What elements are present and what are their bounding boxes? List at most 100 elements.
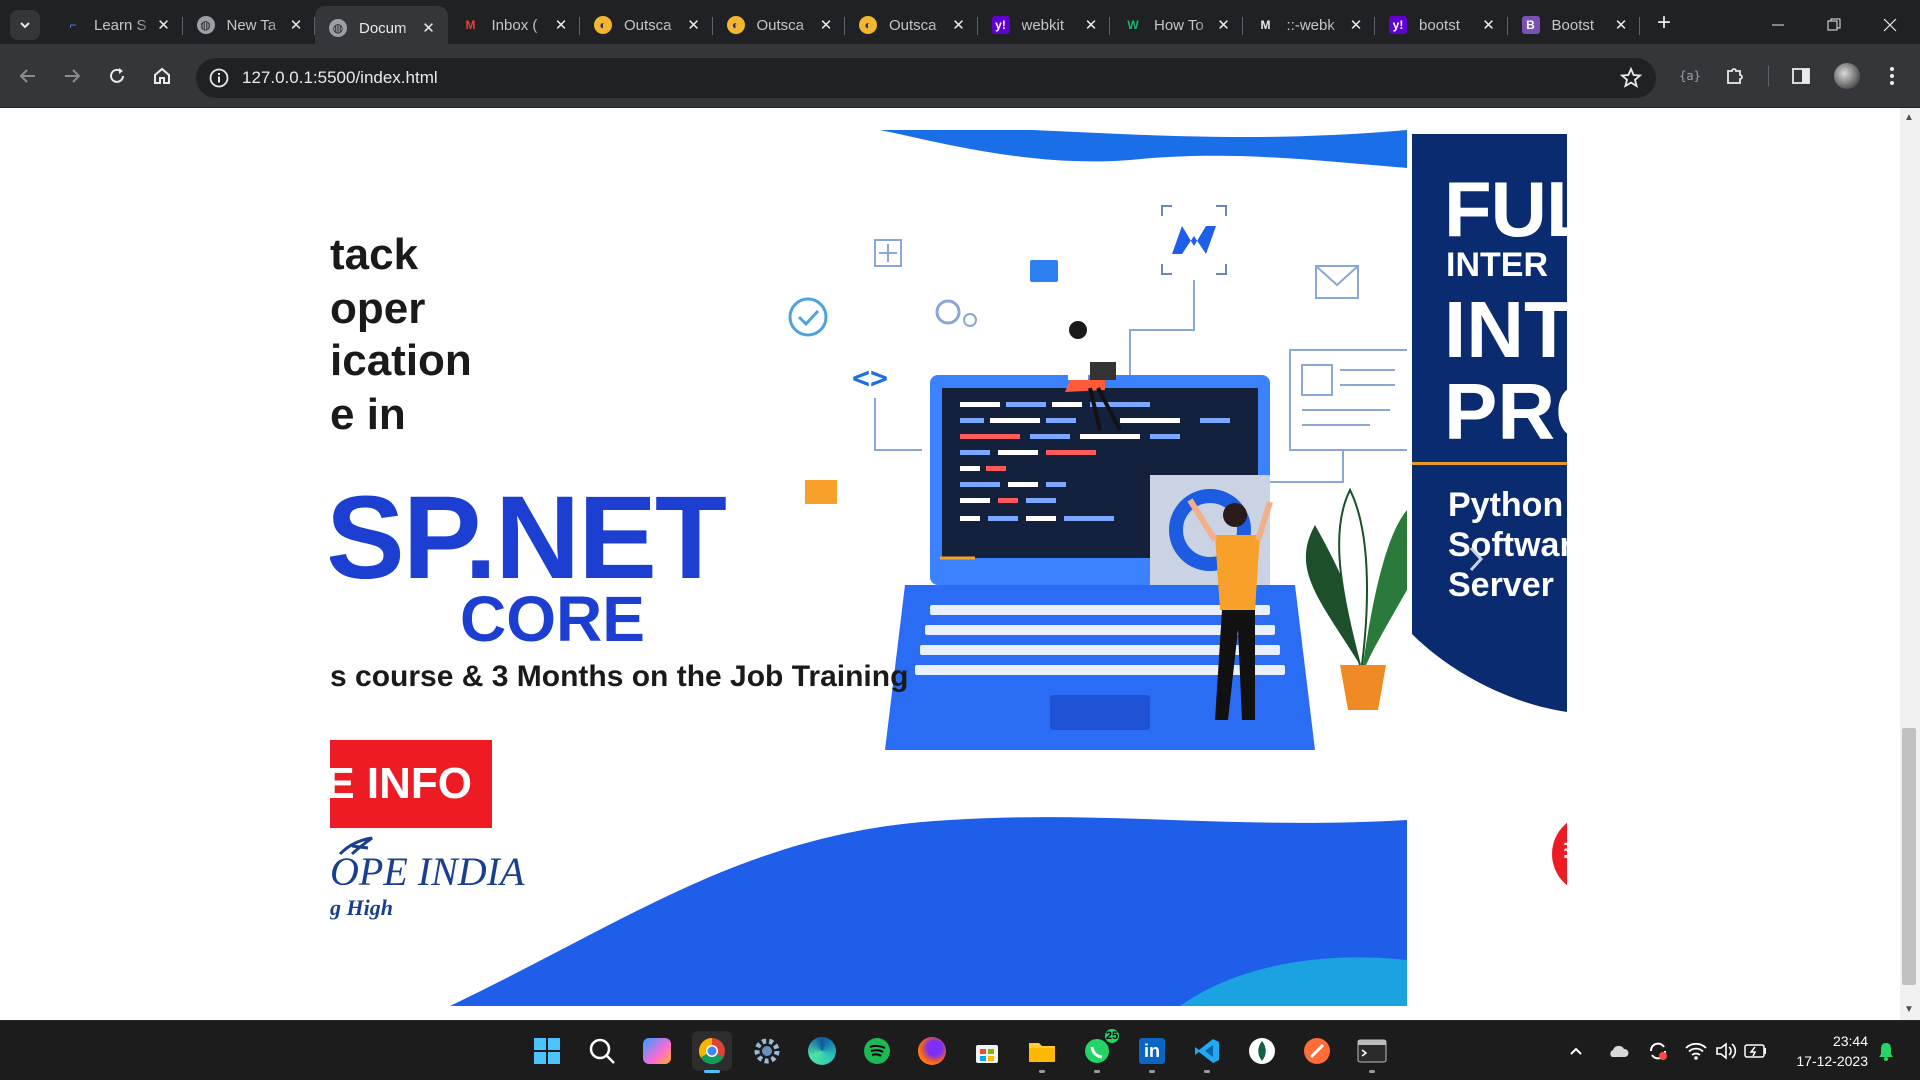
system-clock[interactable]: 23:44 17-12-2023 [1784,1031,1868,1071]
taskbar-file-explorer[interactable] [1022,1031,1062,1073]
reload-button[interactable] [101,60,133,92]
python-sub-3: Server [1448,566,1554,604]
back-button[interactable] [12,60,44,92]
carousel-slide-aspnet[interactable]: <> tack oper ication e in SP.NET CORE s … [330,130,1407,1006]
wifi-tray[interactable] [1684,1039,1708,1063]
profile-button[interactable] [1831,60,1863,92]
carousel-next-icon[interactable] [1467,544,1487,574]
active-indicator [704,1070,720,1073]
restore-button[interactable] [1806,0,1862,50]
open-indicator [1039,1070,1045,1073]
browser-tab[interactable]: B Bootst ✕ [1508,6,1640,44]
carousel-slide-python[interactable]: ₹ FUL INTER INT PRO Python Softwar Serve… [1412,134,1567,1014]
tab-close-icon[interactable]: ✕ [287,16,305,34]
browser-tab[interactable]: W How To ✕ [1110,6,1243,44]
copilot-button[interactable] [637,1031,677,1071]
tab-close-icon[interactable]: ✕ [685,16,703,34]
taskbar-mongodb[interactable] [1242,1031,1282,1071]
tab-close-icon[interactable]: ✕ [1082,16,1100,34]
tab-title: Outsca [624,16,672,34]
tab-close-icon[interactable]: ✕ [1347,16,1365,34]
browser-tab[interactable]: y! webkit ✕ [978,6,1110,44]
tab-close-icon[interactable]: ✕ [950,16,968,34]
taskbar-spotify[interactable] [857,1031,897,1071]
tab-close-icon[interactable]: ✕ [155,16,173,34]
gear-icon [935,299,961,325]
outscal-icon: ◐ [859,16,877,34]
taskbar-settings[interactable] [747,1031,787,1071]
onedrive-tray[interactable] [1606,1039,1630,1063]
python-title-1: FUL [1444,165,1567,253]
taskbar-chrome[interactable] [692,1031,732,1073]
company-logo: OPE INDIA g High [330,836,524,921]
volume-tray[interactable] [1714,1039,1738,1063]
new-tab-button[interactable]: + [1652,11,1676,36]
chevron-down-icon [20,22,30,29]
search-button[interactable] [582,1031,622,1071]
extension-button[interactable]: {a} [1674,60,1706,92]
open-indicator [1094,1070,1100,1073]
browser-tab[interactable]: M::-webk ✕ [1243,6,1375,44]
close-window-button[interactable] [1862,0,1918,50]
chevron-up-icon [1570,1047,1582,1055]
taskbar-firefox[interactable] [912,1031,952,1071]
scroll-up-arrow-icon[interactable]: ▲ [1903,112,1915,124]
chrome-menu-button[interactable] [1876,60,1908,92]
globe-icon: ◍ [329,19,347,37]
taskbar-store[interactable] [967,1031,1007,1071]
url-text[interactable]: 127.0.0.1:5500/index.html [242,68,438,88]
tab-close-icon[interactable]: ✕ [1612,16,1630,34]
tab-close-icon[interactable]: ✕ [552,16,570,34]
tab-close-icon[interactable]: ✕ [1215,16,1233,34]
taskbar-linkedin[interactable]: in [1132,1031,1172,1073]
browser-tab[interactable]: ◐ Outsca ✕ [845,6,978,44]
tab-close-icon[interactable]: ✕ [817,16,835,34]
taskbar-terminal[interactable] [1352,1031,1392,1073]
arrow-left-icon [19,69,35,83]
tab-search-button[interactable] [10,10,40,40]
firefox-icon [918,1037,946,1065]
info-icon[interactable] [208,67,230,89]
folder-icon [1029,1043,1055,1062]
start-button[interactable] [527,1031,567,1071]
m-icon: M [1260,18,1271,32]
extensions-menu-button[interactable] [1719,60,1751,92]
taskbar-edge[interactable] [802,1031,842,1071]
taskbar-postman[interactable] [1297,1031,1337,1071]
orange-divider [1412,462,1567,465]
tray-overflow-button[interactable] [1564,1039,1588,1063]
browser-tab[interactable]: ◐ Outsca ✕ [713,6,845,44]
python-title-3: INT [1444,285,1567,374]
minimize-icon [1772,24,1784,26]
title-line-2: oper [330,284,426,333]
home-button[interactable] [146,60,178,92]
browser-tab[interactable]: y! bootst ✕ [1375,6,1508,44]
browser-tab[interactable]: ⌐ Learn S ✕ [50,6,183,44]
browser-tab[interactable]: M Inbox (✕ [448,6,580,44]
python-title-2: INTER [1446,246,1548,284]
side-panel-icon [1792,68,1810,84]
taskbar-whatsapp[interactable]: 25 [1077,1027,1121,1073]
tab-close-icon[interactable]: ✕ [420,19,438,37]
browser-tab[interactable]: ◐ Outsca ✕ [580,6,713,44]
browser-tab[interactable]: ◍ New Ta ✕ [183,6,315,44]
copilot-icon [643,1038,671,1064]
bookmark-star-icon[interactable] [1620,67,1642,89]
taskbar-vscode[interactable] [1187,1031,1227,1073]
trackpad [1050,695,1150,730]
more-info-button[interactable]: E INFO [330,740,492,828]
linkedin-icon: in [1139,1038,1165,1064]
scrollbar-thumb[interactable] [1902,728,1916,985]
tab-close-icon[interactable]: ✕ [1480,16,1498,34]
battery-tray[interactable] [1744,1039,1768,1063]
reload-icon [110,68,124,83]
yahoo-icon: y! [1389,16,1407,34]
side-panel-button[interactable] [1785,60,1817,92]
address-bar[interactable]: 127.0.0.1:5500/index.html [196,58,1656,98]
sync-tray[interactable] [1646,1039,1670,1063]
puzzle-icon [1727,68,1743,84]
minimize-button[interactable] [1750,0,1806,50]
forward-button[interactable] [56,60,88,92]
scroll-down-arrow-icon[interactable]: ▼ [1903,1004,1915,1016]
notification-center[interactable] [1874,1039,1898,1063]
